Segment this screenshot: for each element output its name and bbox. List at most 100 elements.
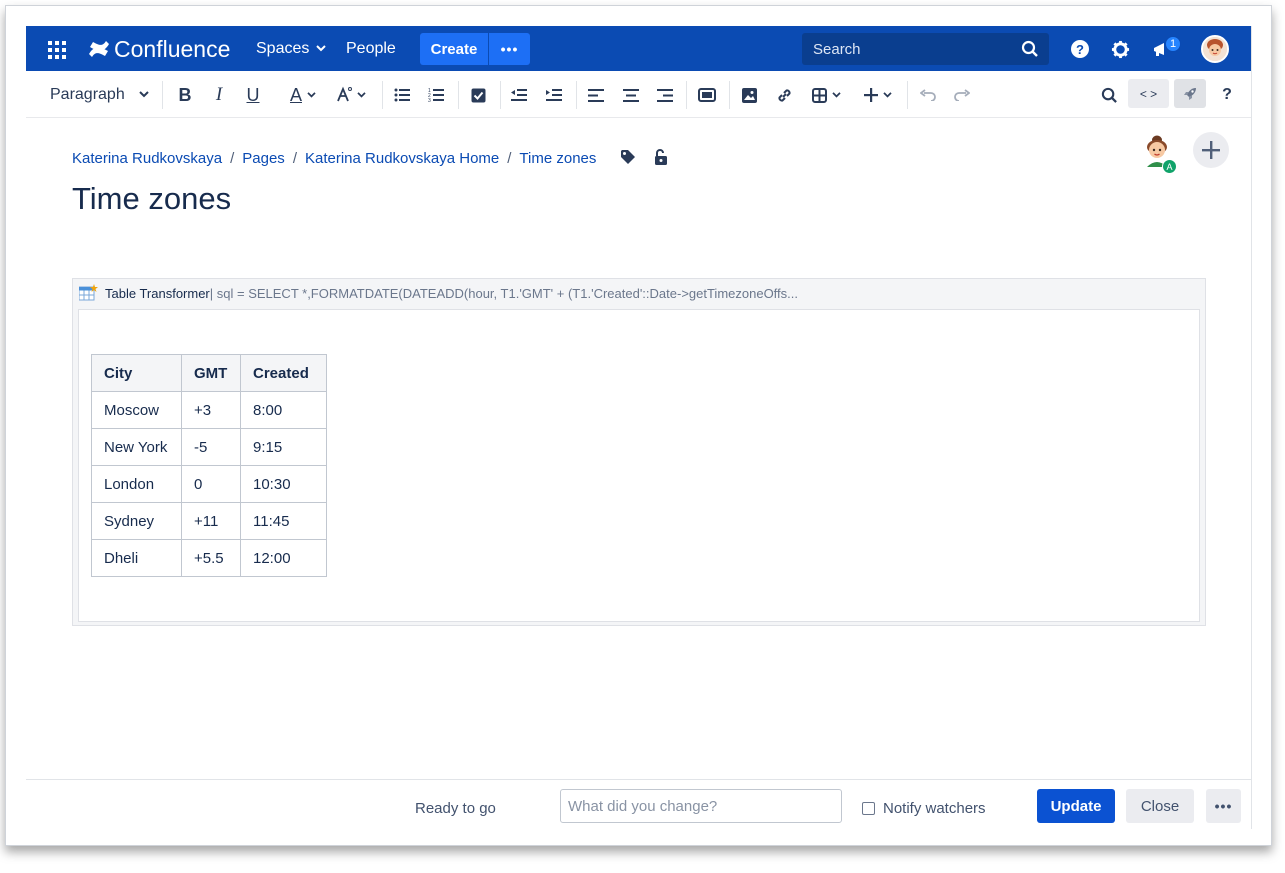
spaces-label: Spaces [256,40,310,57]
help-button[interactable]: ? [1069,38,1091,60]
confluence-app: Confluence Spaces People Create ••• Sear… [26,26,1252,829]
breadcrumb-item-space[interactable]: Katerina Rudkovskaya [72,150,222,167]
italic-button[interactable]: I [210,83,228,107]
breadcrumb-item-current[interactable]: Time zones [519,150,596,167]
breadcrumb-separator: / [507,150,512,167]
numbered-list-button[interactable]: 123 [426,83,446,107]
collaborator-avatar[interactable]: A [1142,133,1177,174]
table-row: Sydney +11 11:45 [91,502,327,540]
insert-link-button[interactable] [774,83,794,107]
chevron-down-icon [139,91,149,98]
top-navigation: Confluence Spaces People Create ••• Sear… [26,26,1251,71]
macro-name: Table Transformer [105,285,210,301]
more-actions-button[interactable]: ••• [1206,789,1241,823]
spaces-menu[interactable]: Spaces [256,40,327,58]
table-cell: +5.5 [181,539,241,577]
task-list-button[interactable] [468,83,488,107]
find-replace-button[interactable] [1099,83,1119,107]
breadcrumb-separator: / [230,150,235,167]
confluence-logo[interactable]: Confluence [88,34,230,64]
align-right-button[interactable] [655,83,675,107]
macro-header[interactable]: Table Transformer | sql = SELECT *,FORMA… [73,279,1205,307]
settings-button[interactable] [1109,38,1131,60]
text-format-more-button[interactable] [331,83,369,107]
table-transformer-macro[interactable]: Table Transformer | sql = SELECT *,FORMA… [72,278,1206,626]
page-title[interactable]: Time zones [72,181,231,217]
table-cell: +11 [181,502,241,540]
outdent-button[interactable] [509,83,529,107]
change-comment-input[interactable] [560,789,842,823]
update-button[interactable]: Update [1037,789,1115,823]
notify-watchers-toggle[interactable]: Notify watchers [862,800,986,817]
user-avatar[interactable] [1201,35,1229,63]
layout-icon [698,88,716,102]
table-cell: 10:30 [240,465,327,503]
notification-count-badge: 1 [1165,36,1181,52]
align-center-button[interactable] [621,83,641,107]
insert-table-button[interactable] [808,83,844,107]
link-icon [777,88,791,102]
align-right-icon [657,88,673,102]
chevron-down-icon [356,91,366,98]
gear-icon [1111,40,1129,58]
window-frame: Confluence Spaces People Create ••• Sear… [5,5,1272,846]
notify-watchers-label: Notify watchers [883,800,986,817]
redo-button[interactable] [952,83,972,107]
people-link[interactable]: People [346,40,396,58]
save-status: Ready to go [415,800,496,817]
paragraph-style-dropdown[interactable]: Paragraph [50,83,149,107]
invite-collaborator-button[interactable] [1193,132,1229,168]
table-cell: 11:45 [240,502,327,540]
label-tag-icon[interactable] [620,149,636,165]
table-cell: Moscow [91,391,182,429]
publish-rocket-button[interactable] [1174,79,1206,108]
bullet-list-button[interactable] [392,83,412,107]
column-header-created: Created [240,354,327,392]
keyboard-help-button[interactable]: ? [1218,83,1236,107]
breadcrumb-item-pages[interactable]: Pages [242,150,285,167]
text-color-button[interactable]: A [284,83,322,107]
search-input[interactable]: Search [802,33,1049,65]
insert-more-button[interactable] [860,83,896,107]
table-cell: 8:00 [240,391,327,429]
chevron-down-icon [831,91,841,98]
unlock-icon[interactable] [654,149,668,165]
text-color-label: A [289,84,302,105]
close-button[interactable]: Close [1126,789,1194,823]
table-header-row: City GMT Created [91,354,327,392]
table-transformer-icon [79,284,98,301]
chevron-down-icon [883,91,892,98]
notify-watchers-checkbox[interactable] [862,802,875,815]
search-icon [1021,40,1038,57]
macro-params: | sql = SELECT *,FORMATDATE(DATEADD(hour… [209,285,799,301]
table-cell: 9:15 [240,428,327,466]
underline-button[interactable]: U [244,83,262,107]
page-layout-button[interactable] [696,83,718,107]
table-cell: +3 [181,391,241,429]
search-placeholder: Search [813,40,861,58]
insert-image-button[interactable] [739,83,759,107]
toolbar-divider [382,81,383,109]
create-more-button[interactable]: ••• [489,33,530,65]
confluence-logo-icon [89,41,109,57]
toolbar-divider [907,81,908,109]
app-switcher-icon[interactable] [48,41,66,59]
source-editor-button[interactable]: < > [1128,79,1169,108]
toolbar-divider [500,81,501,109]
logo-text: Confluence [114,35,231,62]
clear-format-icon [336,86,352,102]
indent-button[interactable] [544,83,564,107]
toolbar-divider [686,81,687,109]
undo-button[interactable] [918,83,938,107]
table-cell: 12:00 [240,539,327,577]
breadcrumb: Katerina Rudkovskaya / Pages / Katerina … [72,150,596,167]
plus-icon [1202,141,1220,159]
column-header-gmt: GMT [181,354,241,392]
toolbar-divider [458,81,459,109]
outdent-icon [511,89,527,101]
svg-text:3: 3 [428,98,431,102]
breadcrumb-item-home[interactable]: Katerina Rudkovskaya Home [305,150,499,167]
bold-button[interactable]: B [176,83,194,107]
align-left-button[interactable] [586,83,606,107]
create-button[interactable]: Create [420,33,488,65]
